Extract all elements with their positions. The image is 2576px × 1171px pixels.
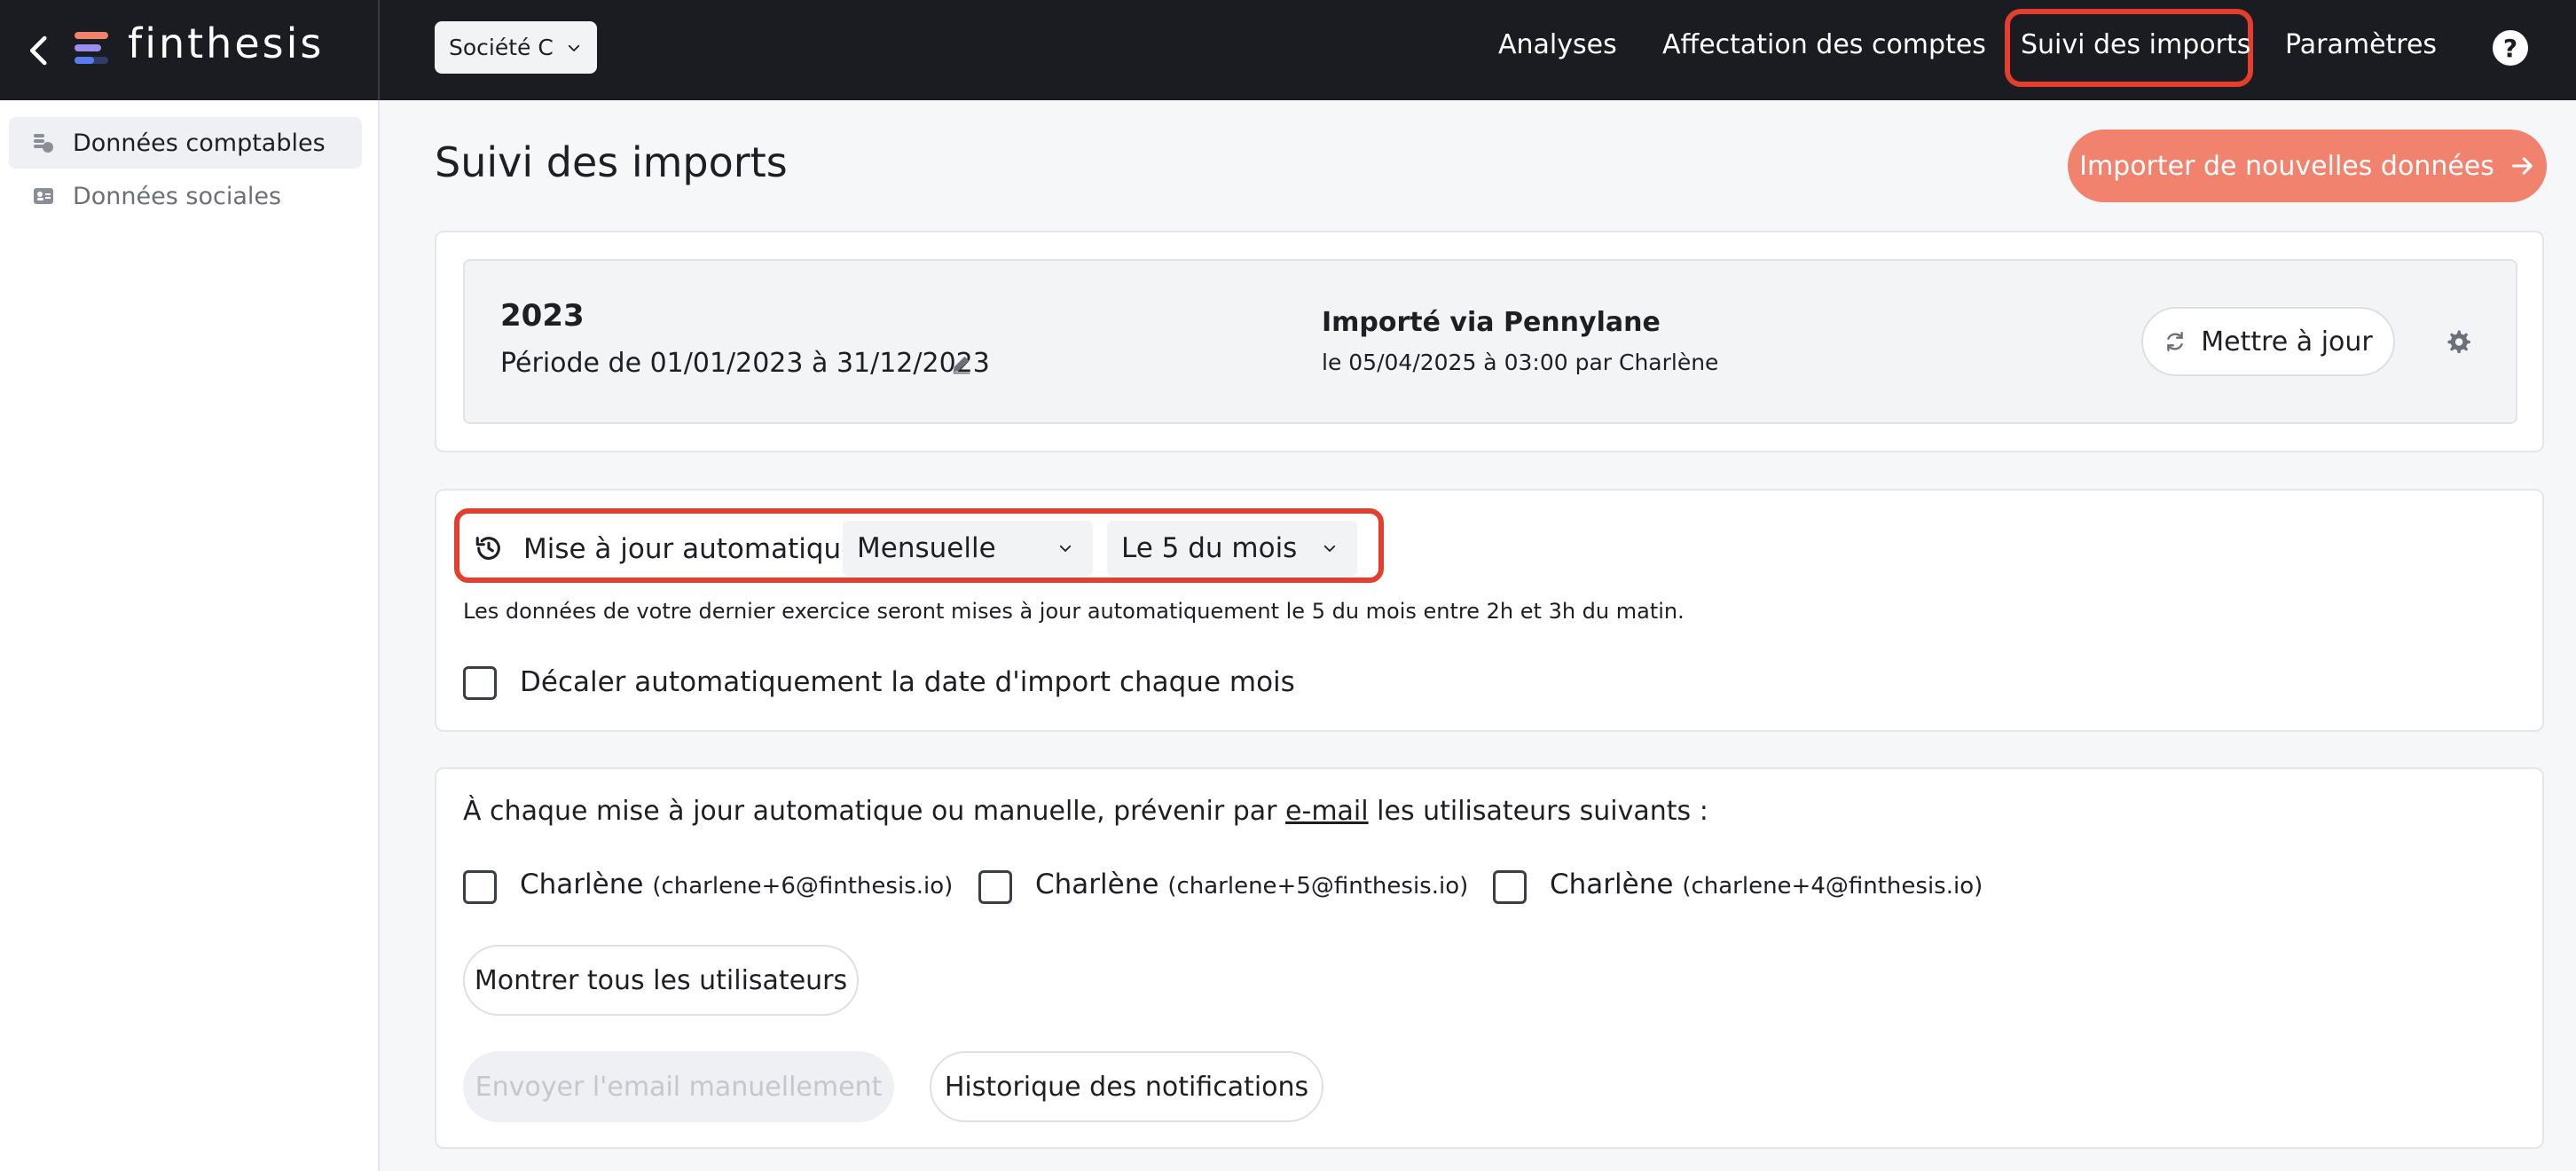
auto-update-card: Mise à jour automatique Mensuelle Le 5 d… [435, 489, 2544, 732]
nav-analyses[interactable]: Analyses [1498, 29, 1617, 60]
page-title: Suivi des imports [435, 138, 788, 186]
day-select[interactable]: Le 5 du mois [1107, 521, 1357, 576]
finthesis-logo-icon [75, 32, 108, 64]
gear-icon[interactable] [2445, 328, 2471, 355]
sidebar-item-label: Données sociales [73, 182, 282, 210]
sidebar-item-label: Données comptables [73, 129, 326, 157]
period-year: 2023 [500, 298, 585, 334]
send-email-button[interactable]: Envoyer l'email manuellement [463, 1051, 894, 1122]
chevron-down-icon [1323, 545, 1336, 552]
notify-text-after: les utilisateurs suivants : [1368, 796, 1708, 827]
pencil-icon[interactable] [949, 351, 974, 376]
refresh-icon [2167, 332, 2184, 351]
update-button-label: Mettre à jour [2201, 326, 2373, 358]
company-select-value: Société C [449, 35, 554, 60]
auto-update-description: Les données de votre dernier exercice se… [463, 599, 1685, 624]
show-all-users-button[interactable]: Montrer tous les utilisateurs [463, 945, 859, 1016]
notify-text-before: À chaque mise à jour automatique ou manu… [463, 796, 1286, 827]
back-chevron-icon[interactable] [21, 32, 59, 69]
user-email: (charlene+6@finthesis.io) [652, 873, 954, 900]
user-checkbox[interactable] [1493, 870, 1527, 904]
logo-text: finthesis [128, 20, 325, 67]
brand-area: finthesis [0, 0, 380, 100]
day-select-value: Le 5 du mois [1121, 532, 1298, 564]
help-icon[interactable]: ? [2493, 30, 2528, 66]
user-item: Charlène (charlene+5@finthesis.io) [1035, 868, 1468, 900]
arrow-right-icon [2511, 157, 2533, 175]
top-bar: finthesis Société C Analyses Affectation… [0, 0, 2576, 100]
user-name: Charlène [520, 868, 644, 900]
notify-description: À chaque mise à jour automatique ou manu… [463, 796, 1708, 827]
notifications-card: À chaque mise à jour automatique ou manu… [435, 767, 2544, 1149]
nav-affectation[interactable]: Affectation des comptes [1662, 29, 1986, 60]
notification-history-button[interactable]: Historique des notifications [930, 1051, 1323, 1122]
period-box: 2023 Période de 01/01/2023 à 31/12/2023 … [463, 259, 2517, 424]
coins-icon [34, 134, 53, 153]
user-item: Charlène (charlene+4@finthesis.io) [1550, 868, 1983, 900]
user-email: (charlene+5@finthesis.io) [1167, 873, 1469, 900]
shift-date-label: Décaler automatiquement la date d'import… [520, 666, 1295, 698]
sidebar-item-donnees-comptables[interactable]: Données comptables [9, 117, 362, 169]
email-link[interactable]: e-mail [1285, 796, 1369, 827]
import-button-label: Importer de nouvelles données [2079, 150, 2494, 182]
frequency-select-value: Mensuelle [857, 532, 996, 564]
import-timestamp: le 05/04/2025 à 03:00 par Charlène [1322, 350, 1719, 375]
user-email: (charlene+4@finthesis.io) [1682, 873, 1983, 900]
auto-update-row: Mise à jour automatique Mensuelle Le 5 d… [454, 508, 1384, 583]
user-item: Charlène (charlene+6@finthesis.io) [520, 868, 953, 900]
chevron-down-icon [568, 44, 579, 51]
user-name: Charlène [1035, 868, 1159, 900]
nav-suivi-imports[interactable]: Suivi des imports [2021, 29, 2250, 60]
user-name: Charlène [1550, 868, 1674, 900]
period-card: 2023 Période de 01/01/2023 à 31/12/2023 … [435, 231, 2544, 452]
nav-parametres[interactable]: Paramètres [2285, 29, 2437, 60]
sidebar-item-donnees-sociales[interactable]: Données sociales [9, 170, 362, 222]
sidebar: Données comptables Données sociales [0, 100, 380, 1171]
company-select[interactable]: Société C [435, 21, 597, 74]
user-checkbox[interactable] [978, 870, 1012, 904]
shift-date-checkbox[interactable] [463, 666, 497, 700]
user-checkbox[interactable] [463, 870, 497, 904]
import-source: Importé via Pennylane [1322, 307, 1661, 338]
frequency-select[interactable]: Mensuelle [843, 521, 1093, 576]
auto-update-label: Mise à jour automatique [523, 533, 859, 565]
import-new-data-button[interactable]: Importer de nouvelles données [2068, 130, 2547, 202]
chevron-down-icon [1059, 545, 1072, 552]
id-card-icon [34, 188, 53, 204]
period-range: Période de 01/01/2023 à 31/12/2023 [500, 348, 990, 379]
history-icon [475, 537, 500, 560]
update-button[interactable]: Mettre à jour [2141, 307, 2395, 376]
